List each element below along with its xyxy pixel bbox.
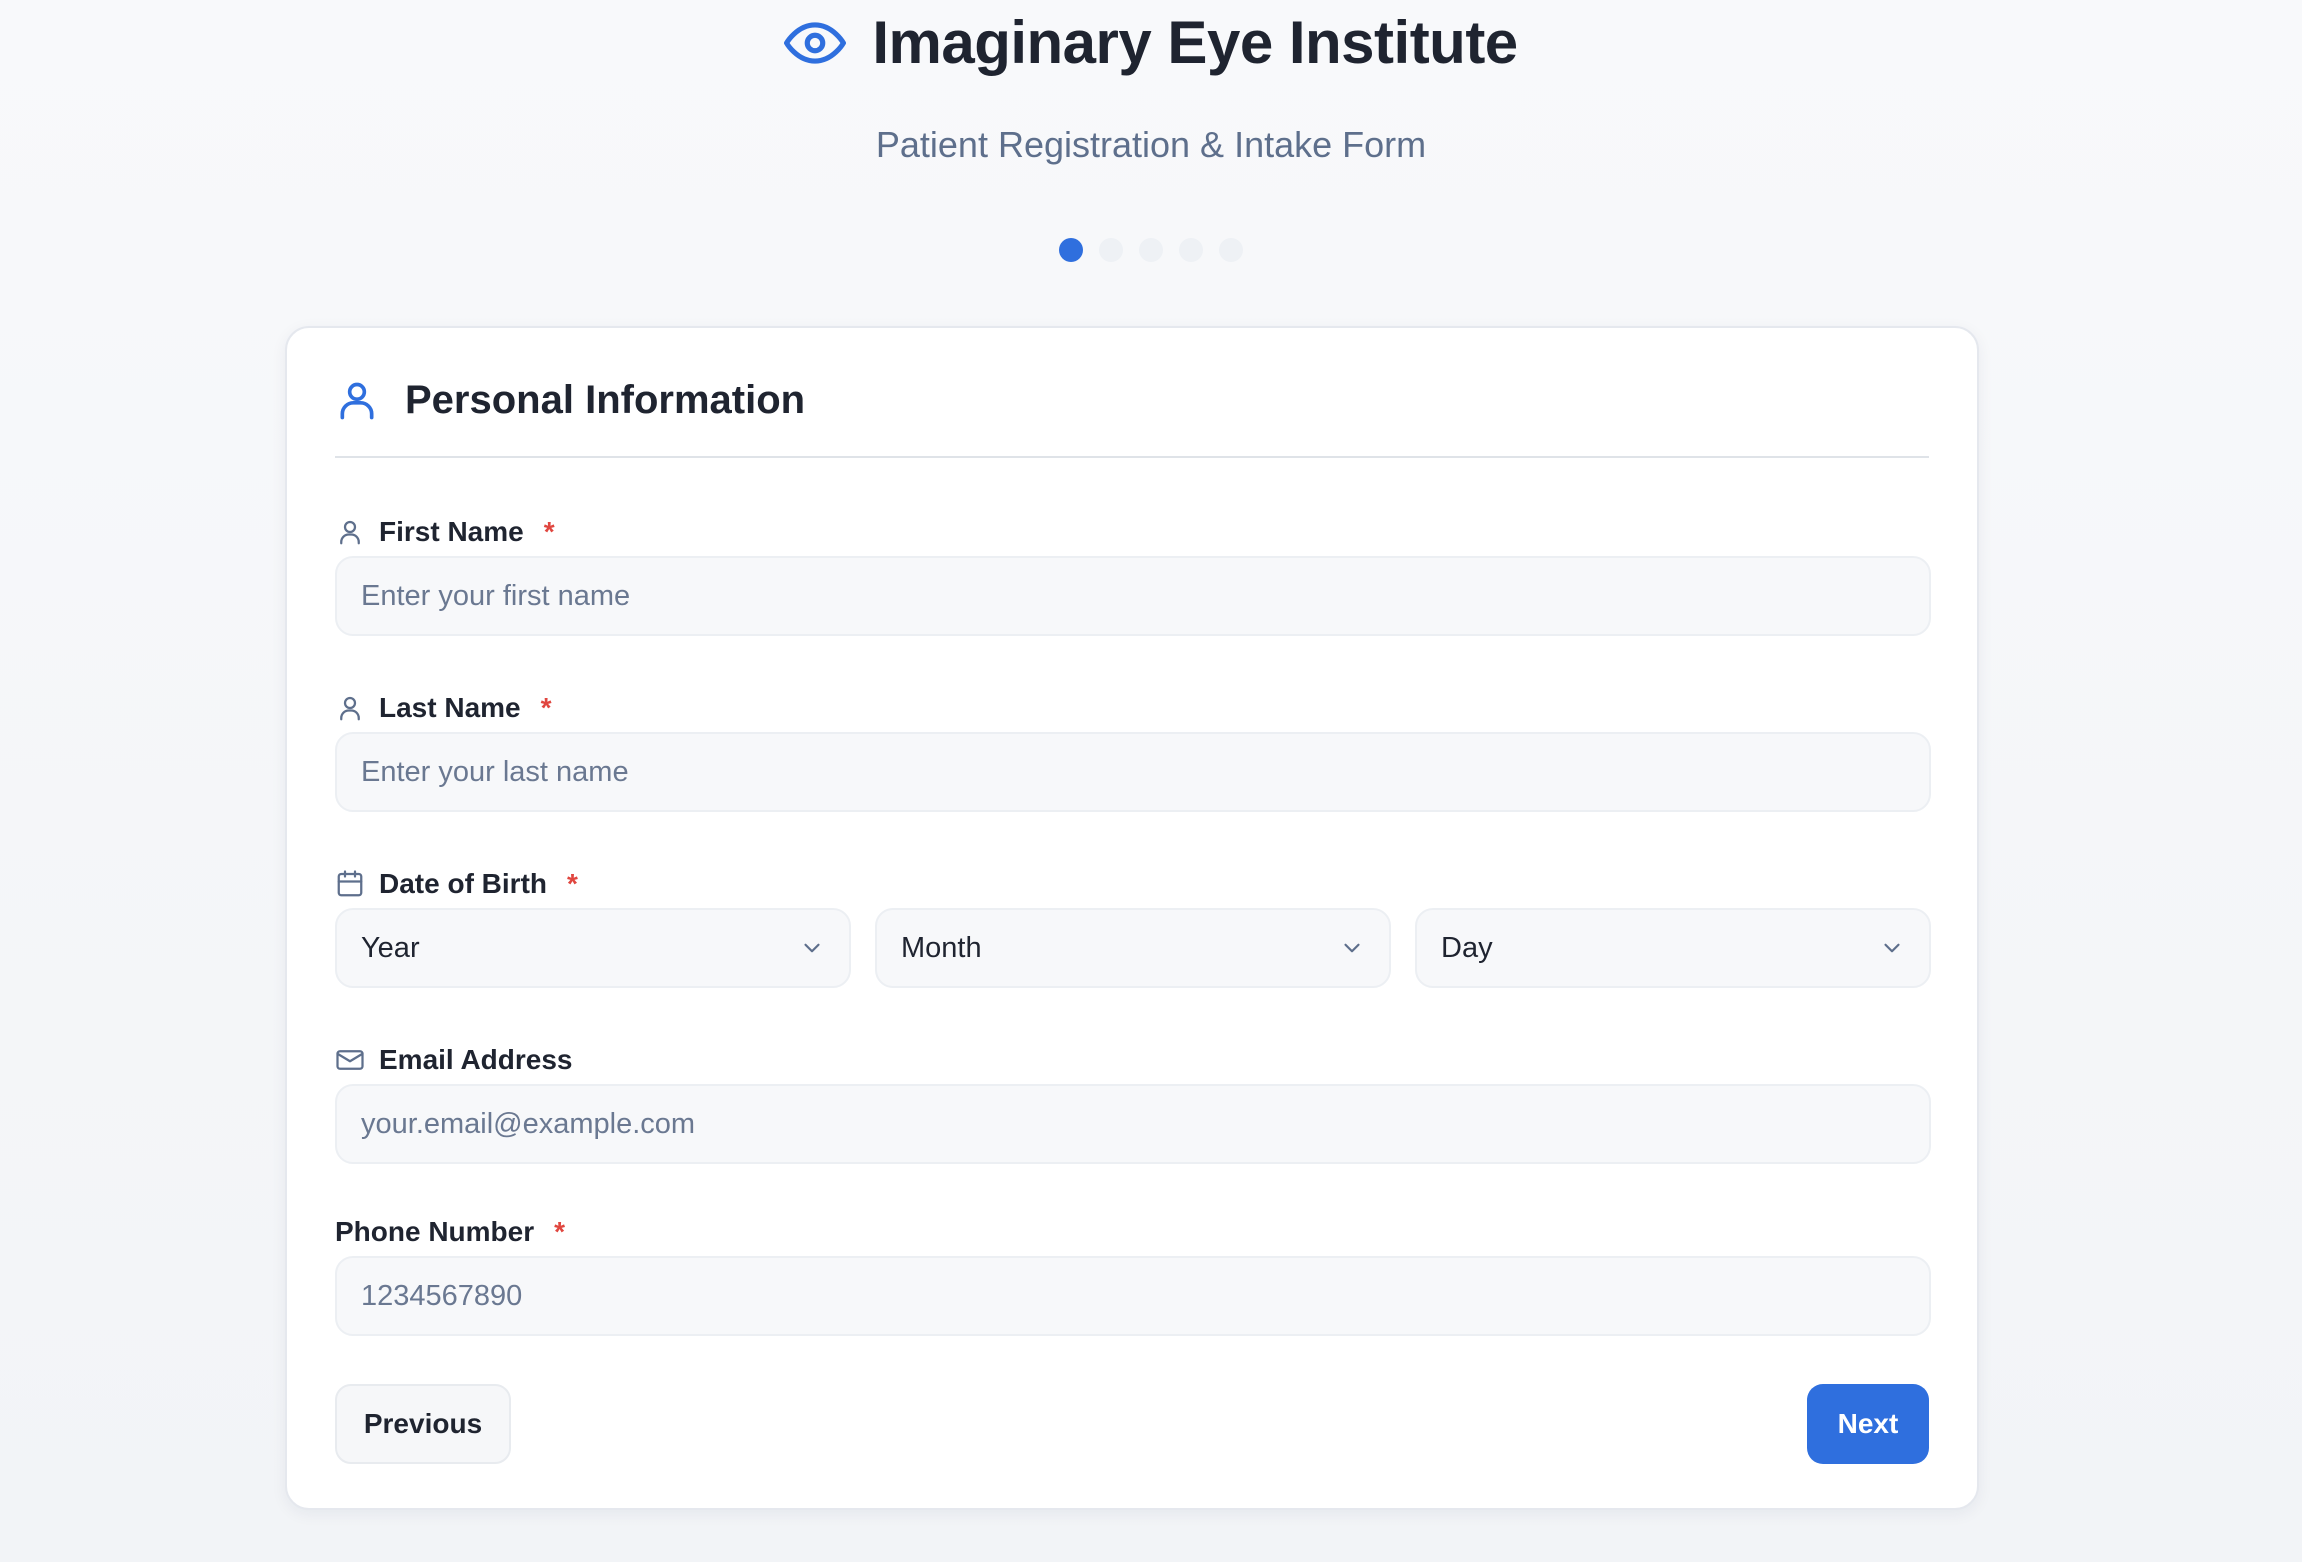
page-subtitle: Patient Registration & Intake Form [875,124,1427,165]
first-name-placeholder: Enter your first name [361,579,631,612]
dob-year-value: Year [361,931,420,964]
mail-icon [336,1050,364,1070]
phone-label-text: Phone Number [335,1216,535,1247]
required-asterisk: * [543,516,555,547]
first-name-label: First Name * [335,516,555,548]
phone-label: Phone Number * [335,1216,565,1248]
chevron-down-icon [804,943,820,953]
calendar-icon [337,870,363,897]
dob-label: Date of Birth * [335,868,578,900]
section-title: Personal Information [405,378,806,422]
required-asterisk: * [540,692,552,723]
step-dot-2 [1099,238,1123,262]
email-input[interactable]: your.email@example.com [335,1084,1931,1164]
dob-day-value: Day [1441,931,1493,964]
dob-label-text: Date of Birth [379,868,547,899]
step-dot-1 [1059,238,1083,262]
step-dot-4 [1179,238,1203,262]
header-title-row: Imaginary Eye Institute [0,8,2302,77]
dob-year-select[interactable]: Year [335,908,851,988]
dob-day-select[interactable]: Day [1415,908,1931,988]
last-name-input[interactable]: Enter your last name [335,732,1931,812]
form-card: Personal Information First Name * Enter y… [285,326,1979,1510]
email-label: Email Address [335,1044,572,1076]
page-title: Imaginary Eye Institute [872,9,1518,76]
last-name-label-text: Last Name [379,692,521,723]
section-header: Personal Information [335,378,805,423]
next-button[interactable]: Next [1807,1384,1929,1464]
step-indicator [0,238,2302,262]
phone-input[interactable]: 1234567890 [335,1256,1931,1336]
dob-month-value: Month [901,931,982,964]
chevron-down-icon [1344,943,1360,953]
phone-placeholder: 1234567890 [361,1279,523,1312]
user-icon [340,382,374,419]
email-placeholder: your.email@example.com [361,1107,696,1140]
required-asterisk: * [567,868,578,899]
email-label-text: Email Address [379,1044,573,1075]
first-name-label-text: First Name [379,516,524,547]
last-name-placeholder: Enter your last name [361,755,629,788]
eye-icon [784,21,847,64]
user-icon [340,696,360,721]
section-divider [335,456,1929,458]
step-dot-3 [1139,238,1163,262]
dob-month-select[interactable]: Month [875,908,1391,988]
last-name-label: Last Name * [335,692,552,724]
user-icon [340,520,360,545]
previous-button[interactable]: Previous [335,1384,511,1464]
chevron-down-icon [1884,943,1900,953]
first-name-input[interactable]: Enter your first name [335,556,1931,636]
step-dot-5 [1219,238,1243,262]
required-asterisk: * [554,1216,566,1247]
